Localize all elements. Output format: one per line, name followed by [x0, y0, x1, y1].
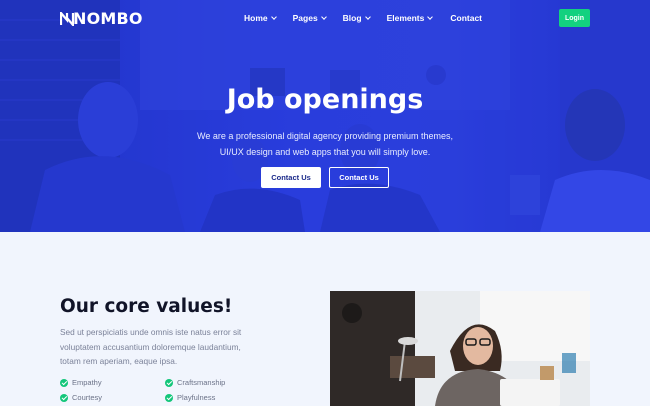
nav-item-pages[interactable]: Pages: [292, 13, 327, 23]
nav-item-label: Contact: [450, 13, 482, 23]
chevron-down-icon: [320, 14, 327, 20]
logo-text: NOMBO: [73, 9, 143, 28]
value-item: Craftsmanship: [165, 378, 270, 387]
core-values-list: Empathy Craftsmanship Courtesy Playfulne…: [60, 378, 290, 402]
nav-item-home[interactable]: Home: [244, 13, 277, 23]
core-values-description: Sed ut perspiciatis unde omnis iste natu…: [60, 327, 242, 366]
top-navigation: NOMBO Home Pages Blog Elements Contact L…: [0, 0, 650, 36]
nav-item-elements[interactable]: Elements: [386, 13, 434, 23]
value-item: Empathy: [60, 378, 165, 387]
nav-item-label: Blog: [342, 13, 362, 23]
chevron-down-icon: [364, 14, 371, 20]
value-item-label: Playfulness: [177, 393, 216, 402]
core-values-photo: [330, 291, 590, 406]
nav-item-label: Elements: [386, 13, 425, 23]
nav-item-label: Pages: [292, 13, 318, 23]
nav-item-contact[interactable]: Contact: [450, 13, 482, 23]
check-circle-icon: [60, 393, 68, 402]
login-button[interactable]: Login: [559, 9, 590, 27]
chevron-down-icon: [270, 14, 277, 20]
check-circle-icon: [165, 393, 173, 402]
contact-us-button[interactable]: Contact Us: [261, 167, 321, 188]
value-item-label: Empathy: [72, 378, 102, 387]
page-title: Job openings: [226, 84, 424, 115]
hero-section: NOMBO Home Pages Blog Elements Contact L…: [0, 0, 650, 232]
value-item: Courtesy: [60, 393, 165, 402]
woman-at-laptop-image: [330, 291, 590, 406]
logo-mark-icon: [60, 11, 74, 26]
nav-item-label: Home: [244, 13, 268, 23]
chevron-down-icon: [427, 14, 434, 20]
main-menu: Home Pages Blog Elements Contact: [244, 13, 482, 23]
core-values-title: Our core values!: [60, 296, 233, 317]
logo[interactable]: NOMBO: [60, 9, 143, 28]
check-circle-icon: [60, 378, 68, 387]
hero-subtitle: We are a professional digital agency pro…: [197, 131, 453, 157]
value-item-label: Craftsmanship: [177, 378, 226, 387]
nav-item-blog[interactable]: Blog: [342, 13, 371, 23]
value-item: Playfulness: [165, 393, 270, 402]
check-circle-icon: [165, 378, 173, 387]
value-item-label: Courtesy: [72, 393, 103, 402]
contact-us-outline-button[interactable]: Contact Us: [329, 167, 389, 188]
